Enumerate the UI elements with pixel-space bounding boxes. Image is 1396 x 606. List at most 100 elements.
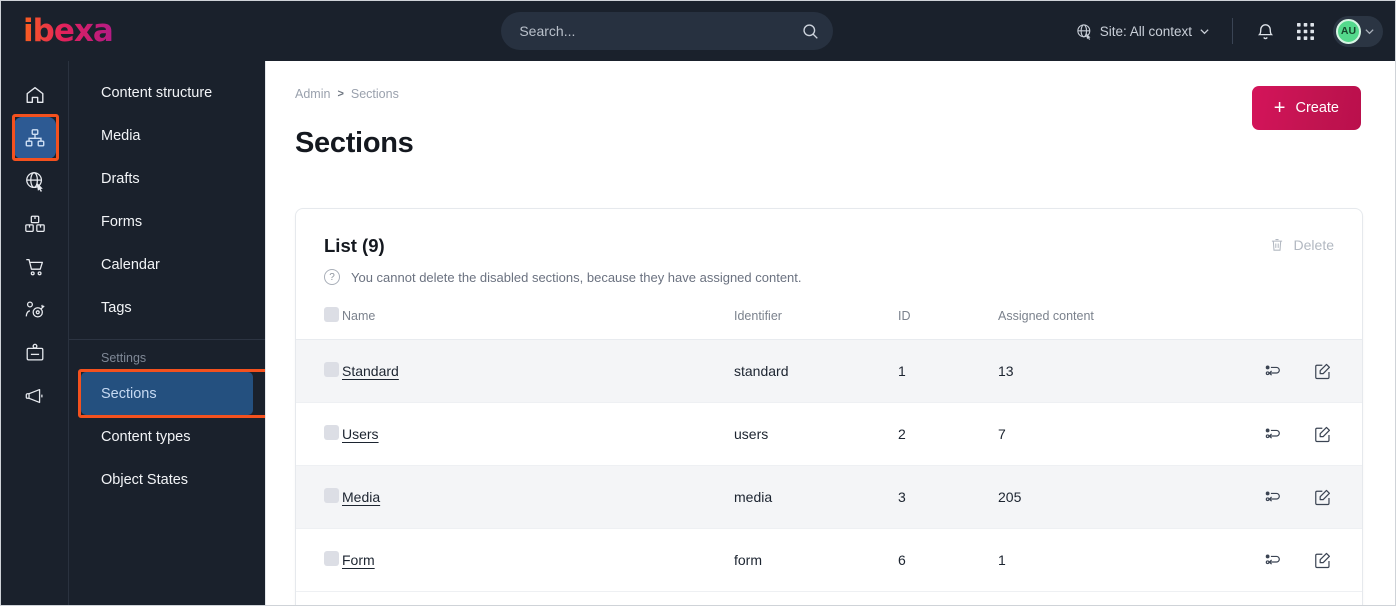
edit-icon[interactable] xyxy=(1313,425,1332,444)
bell-icon[interactable] xyxy=(1250,16,1280,46)
row-identifier-cell: media xyxy=(734,465,898,529)
sections-table: Name Identifier ID Assigned content Stan… xyxy=(296,307,1362,592)
search-input[interactable] xyxy=(519,23,795,39)
sitemap-icon xyxy=(14,116,56,159)
site-context-selector[interactable]: Site: All context xyxy=(1066,23,1220,40)
sidebar-item-object-states[interactable]: Object States xyxy=(81,458,253,501)
id-card-icon xyxy=(14,332,56,374)
rail-item-customers[interactable] xyxy=(1,288,69,331)
trash-icon xyxy=(1269,237,1285,253)
main-content: Admin > Sections Sections + Create List … xyxy=(265,61,1395,605)
table-header: Name Identifier ID Assigned content xyxy=(296,307,1362,340)
section-link[interactable]: Standard xyxy=(342,363,399,379)
rail-item-content-structure[interactable] xyxy=(1,114,69,161)
row-checkbox[interactable] xyxy=(324,425,339,440)
rail-item-campaigns[interactable] xyxy=(1,374,69,417)
question-circle-icon: ? xyxy=(324,269,340,285)
rail-item-users[interactable] xyxy=(1,331,69,374)
user-menu[interactable]: AU xyxy=(1333,15,1383,47)
sidebar-item-content-types[interactable]: Content types xyxy=(81,415,253,458)
row-select-cell xyxy=(296,402,342,466)
row-actions-cell xyxy=(1228,528,1362,592)
row-assigned-cell: 205 xyxy=(998,465,1228,529)
global-search xyxy=(269,12,1066,50)
row-name-cell: Standard xyxy=(342,339,734,403)
chevron-down-icon[interactable] xyxy=(1364,26,1375,37)
shopping-cart-icon xyxy=(14,246,56,288)
breadcrumb-current: Sections xyxy=(350,87,399,101)
row-actions-cell xyxy=(1228,402,1362,466)
breadcrumb-root[interactable]: Admin xyxy=(295,87,330,101)
rail-item-products[interactable] xyxy=(1,202,69,245)
row-checkbox[interactable] xyxy=(324,551,339,566)
sidebar-item-content-structure[interactable]: Content structure xyxy=(81,71,253,114)
edit-icon[interactable] xyxy=(1313,362,1332,381)
row-actions-cell xyxy=(1228,339,1362,403)
table-row[interactable]: Form form 6 1 xyxy=(296,528,1362,592)
top-bar: ibexa Search... Site: All context AU xyxy=(1,1,1395,61)
row-assigned-cell: 7 xyxy=(998,402,1228,466)
row-select-cell xyxy=(296,339,342,403)
sidebar-item-media[interactable]: Media xyxy=(81,114,253,157)
list-title: List (9) xyxy=(324,235,385,256)
sidebar-item-sections[interactable]: Sections xyxy=(81,372,253,415)
rail-item-site[interactable] xyxy=(1,159,69,202)
app-logo[interactable]: ibexa xyxy=(1,1,269,61)
row-name-cell: Form xyxy=(342,528,734,592)
row-identifier-cell: form xyxy=(734,528,898,592)
rail-item-home[interactable] xyxy=(1,73,69,116)
sidebar-item-label: Media xyxy=(101,127,141,144)
row-identifier-cell: standard xyxy=(734,339,898,403)
list-note-text: You cannot delete the disabled sections,… xyxy=(351,269,802,285)
grid-apps-icon[interactable] xyxy=(1290,16,1320,46)
create-button[interactable]: + Create xyxy=(1251,86,1361,130)
plus-icon: + xyxy=(1273,97,1286,119)
admin-window: ibexa Search... Site: All context AU Con… xyxy=(0,0,1396,606)
select-all-header xyxy=(296,307,342,340)
sidebar-item-drafts[interactable]: Drafts xyxy=(81,157,253,200)
customer-target-icon xyxy=(14,289,56,331)
table-row[interactable]: Users users 2 7 xyxy=(296,402,1362,466)
sidebar-item-tags[interactable]: Tags xyxy=(81,286,253,329)
icon-rail xyxy=(1,61,69,605)
row-checkbox[interactable] xyxy=(324,488,339,503)
table-body: Standard standard 1 13 Users users 2 7 M… xyxy=(296,339,1362,592)
top-bar-right: Site: All context AU xyxy=(1066,15,1395,47)
delete-button-label: Delete xyxy=(1293,237,1334,253)
edit-icon[interactable] xyxy=(1313,488,1332,507)
search-box[interactable] xyxy=(501,12,834,50)
sidebar-item-calendar[interactable]: Calendar xyxy=(81,243,253,286)
site-context-label: Site: All context xyxy=(1099,23,1192,39)
row-name-cell: Users xyxy=(342,402,734,466)
assign-section-icon[interactable] xyxy=(1264,488,1283,507)
assign-section-icon[interactable] xyxy=(1264,551,1283,570)
page-title: Sections xyxy=(295,127,414,159)
logo-text: ibexa xyxy=(23,13,114,49)
row-id-cell: 2 xyxy=(898,402,998,466)
assign-section-icon[interactable] xyxy=(1264,425,1283,444)
section-link[interactable]: Form xyxy=(342,552,375,568)
row-actions-cell xyxy=(1228,465,1362,529)
row-id-cell: 3 xyxy=(898,465,998,529)
row-id-cell: 6 xyxy=(898,528,998,592)
delete-button[interactable]: Delete xyxy=(1269,237,1334,253)
section-link[interactable]: Users xyxy=(342,426,379,442)
sidebar-item-forms[interactable]: Forms xyxy=(81,200,253,243)
create-button-label: Create xyxy=(1295,100,1339,116)
row-checkbox[interactable] xyxy=(324,362,339,377)
column-id: ID xyxy=(898,307,998,340)
table-row[interactable]: Media media 3 205 xyxy=(296,465,1362,529)
column-assigned-content: Assigned content xyxy=(998,307,1228,340)
edit-icon[interactable] xyxy=(1313,551,1332,570)
search-icon[interactable] xyxy=(802,23,819,40)
row-select-cell xyxy=(296,465,342,529)
section-link[interactable]: Media xyxy=(342,489,380,505)
column-actions xyxy=(1228,307,1362,340)
select-all-checkbox[interactable] xyxy=(324,307,339,322)
chevron-down-icon[interactable] xyxy=(1199,26,1210,37)
column-name: Name xyxy=(342,307,734,340)
rail-item-cart[interactable] xyxy=(1,245,69,288)
assign-section-icon[interactable] xyxy=(1264,362,1283,381)
avatar: AU xyxy=(1336,18,1361,44)
table-row[interactable]: Standard standard 1 13 xyxy=(296,339,1362,403)
